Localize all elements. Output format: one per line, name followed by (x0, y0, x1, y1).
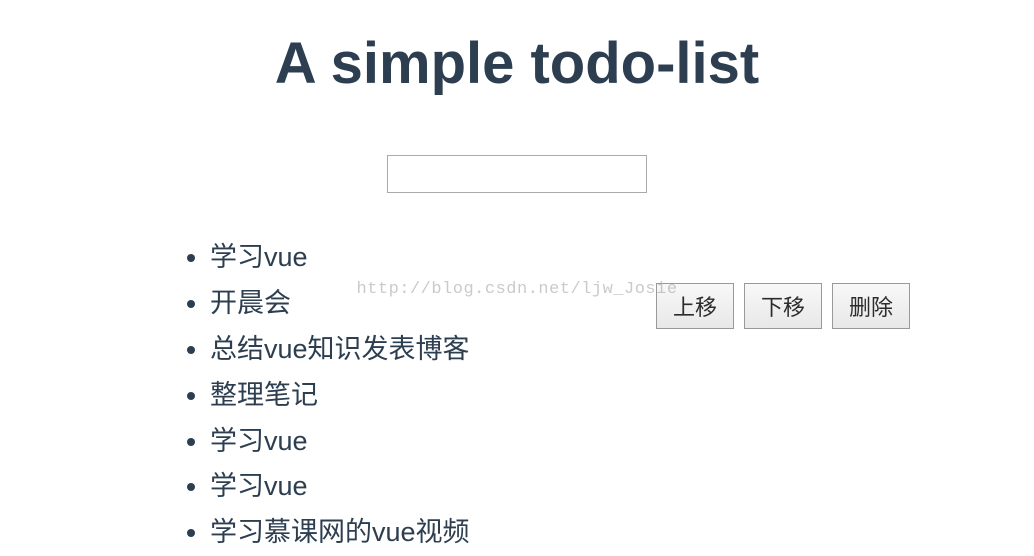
todo-text: 总结vue知识发表博客 (210, 327, 470, 373)
list-item[interactable]: 整理笔记 (210, 373, 1034, 419)
list-item[interactable]: 学习vue (210, 235, 1034, 281)
list-item[interactable]: 学习vue (210, 464, 1034, 510)
todo-text: 学习vue (210, 419, 308, 465)
move-up-button[interactable]: 上移 (656, 283, 734, 329)
todo-text: 整理笔记 (210, 373, 318, 419)
todo-list: 学习vue 开晨会 上移 下移 删除 总结vue知识发表博客 整理笔记 学习vu… (0, 235, 1034, 556)
input-wrapper (0, 155, 1034, 193)
delete-button[interactable]: 删除 (832, 283, 910, 329)
todo-input[interactable] (387, 155, 647, 193)
move-down-button[interactable]: 下移 (744, 283, 822, 329)
list-item[interactable]: 学习vue (210, 419, 1034, 465)
list-item[interactable]: 总结vue知识发表博客 (210, 327, 1034, 373)
page-title: A simple todo-list (0, 30, 1034, 97)
list-item[interactable]: 学习慕课网的vue视频 (210, 510, 1034, 556)
todo-text: 学习慕课网的vue视频 (210, 510, 470, 556)
todo-text: 开晨会 (210, 281, 291, 327)
actions: 上移 下移 删除 (656, 283, 910, 329)
todo-text: 学习vue (210, 464, 308, 510)
todo-text: 学习vue (210, 235, 308, 281)
list-item[interactable]: 开晨会 上移 下移 删除 (210, 281, 1034, 327)
